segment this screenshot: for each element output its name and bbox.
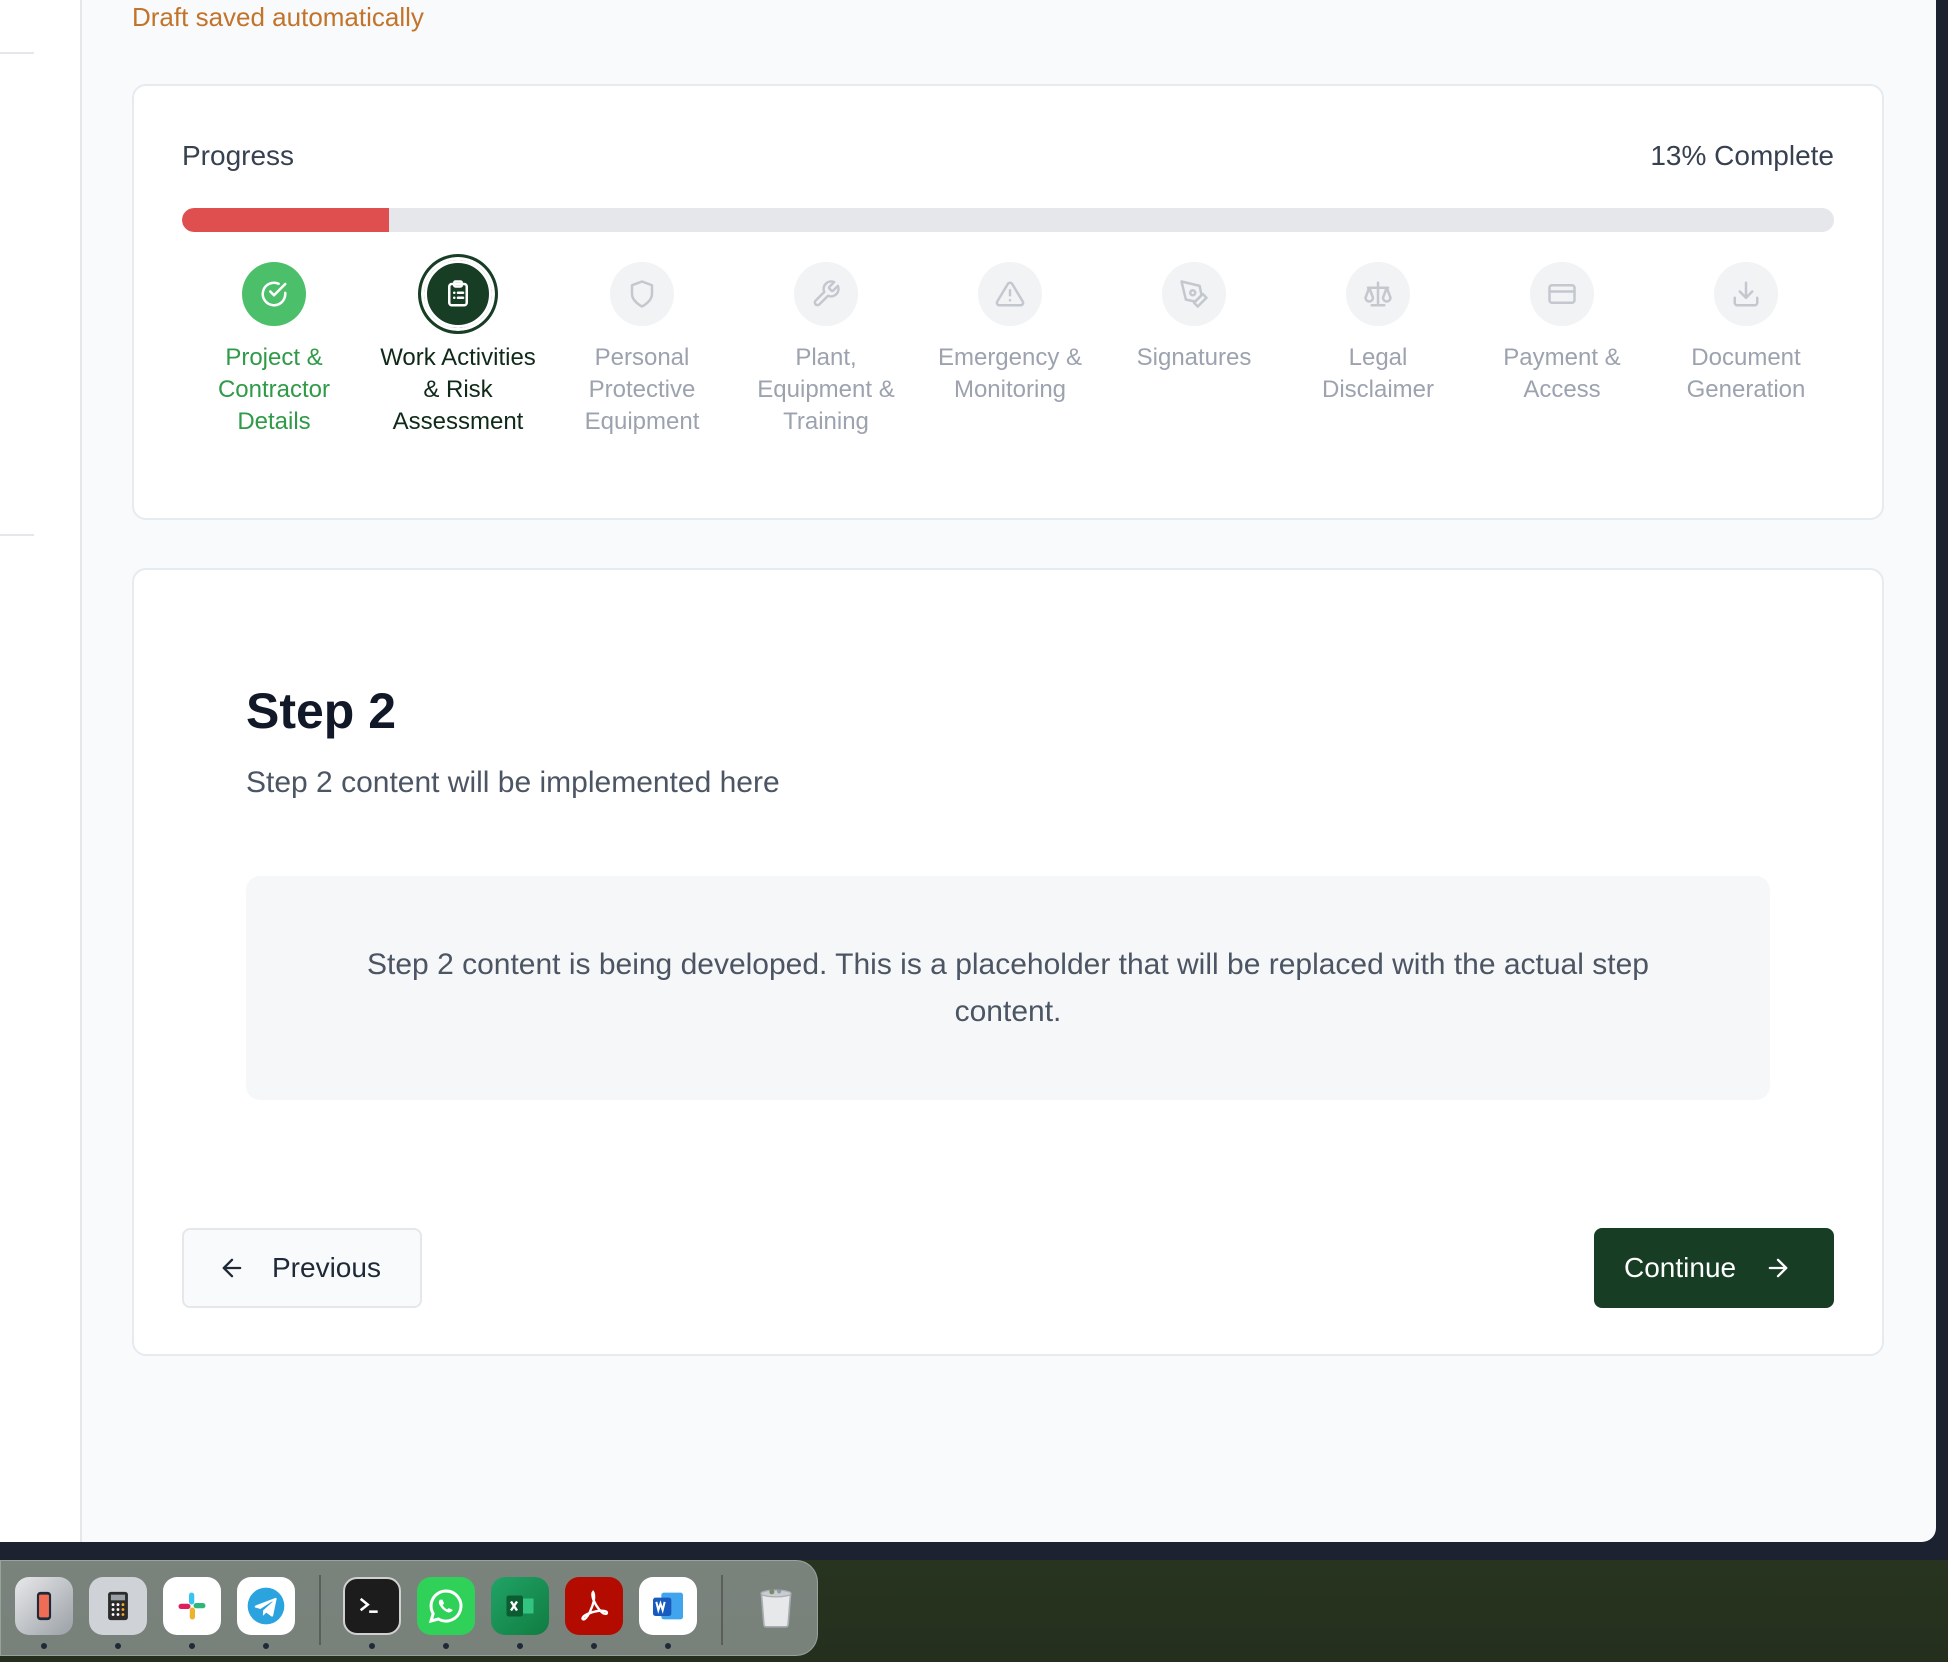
- scale-icon: [1346, 262, 1410, 326]
- excel-icon[interactable]: [491, 1577, 549, 1635]
- step-title: Step 2: [246, 683, 397, 739]
- step-payment-access[interactable]: Payment & Access: [1470, 262, 1654, 406]
- progress-bar: [182, 208, 1834, 232]
- warning-triangle-icon: [978, 262, 1042, 326]
- trash-icon[interactable]: [747, 1577, 805, 1635]
- clipboard-list-icon: [418, 254, 498, 334]
- slack-icon[interactable]: [163, 1577, 221, 1635]
- step-legal-disclaimer[interactable]: Legal Disclaimer: [1286, 262, 1470, 406]
- running-indicator: [41, 1643, 47, 1649]
- progress-card: Progress 13% Complete Project & Contract…: [132, 84, 1884, 520]
- running-indicator: [369, 1643, 375, 1649]
- sidebar-divider: [0, 534, 34, 536]
- wrench-icon: [794, 262, 858, 326]
- word-icon[interactable]: [639, 1577, 697, 1635]
- previous-button-label: Previous: [272, 1252, 381, 1283]
- arrow-left-icon: [218, 1254, 246, 1282]
- draft-status-text: Draft saved automatically: [132, 2, 424, 32]
- credit-card-icon: [1530, 262, 1594, 326]
- step-signatures[interactable]: Signatures: [1102, 262, 1286, 374]
- sidebar-divider: [0, 52, 34, 54]
- running-indicator: [263, 1643, 269, 1649]
- step-label: Project & Contractor Details: [217, 344, 331, 435]
- shield-icon: [610, 262, 674, 326]
- whatsapp-icon[interactable]: [417, 1577, 475, 1635]
- iphone-mirroring-icon[interactable]: [15, 1577, 73, 1635]
- dock-separator: [721, 1575, 723, 1645]
- step-label: Document Generation: [1686, 344, 1806, 403]
- step-label: Plant, Equipment & Training: [757, 344, 895, 435]
- dock: [0, 1560, 818, 1656]
- step-label: Personal Protective Equipment: [584, 344, 700, 435]
- step-emergency-monitoring[interactable]: Emergency & Monitoring: [918, 262, 1102, 406]
- previous-button[interactable]: Previous: [182, 1228, 422, 1308]
- step-plant-equipment-training[interactable]: Plant, Equipment & Training: [734, 262, 918, 438]
- step-label: Payment & Access: [1503, 344, 1621, 403]
- running-indicator: [517, 1643, 523, 1649]
- running-indicator: [591, 1643, 597, 1649]
- check-circle-icon: [242, 262, 306, 326]
- step-work-activities-risk[interactable]: Work Activities & Risk Assessment: [366, 254, 550, 438]
- step-label: Signatures: [1136, 344, 1252, 371]
- acrobat-icon[interactable]: [565, 1577, 623, 1635]
- running-indicator: [665, 1643, 671, 1649]
- step-personal-protective-equipment[interactable]: Personal Protective Equipment: [550, 262, 734, 438]
- progress-label: Progress: [182, 140, 295, 171]
- continue-button-label: Continue: [1624, 1252, 1737, 1283]
- pen-tool-icon: [1162, 262, 1226, 326]
- progress-percent: 13% Complete: [1650, 140, 1834, 171]
- running-indicator: [115, 1643, 121, 1649]
- running-indicator: [189, 1643, 195, 1649]
- dock-separator: [319, 1575, 321, 1645]
- step-label: Work Activities & Risk Assessment: [380, 344, 536, 435]
- running-indicator: [443, 1643, 449, 1649]
- download-icon: [1714, 262, 1778, 326]
- sidebar: [0, 0, 82, 1542]
- step-document-generation[interactable]: Document Generation: [1654, 262, 1838, 406]
- progress-bar-fill: [182, 208, 389, 232]
- step-content-card: Step 2 Step 2 content will be implemente…: [132, 568, 1884, 1356]
- terminal-icon[interactable]: [343, 1577, 401, 1635]
- step-label: Legal Disclaimer: [1321, 344, 1434, 403]
- step-subtitle: Step 2 content will be implemented here: [246, 766, 780, 799]
- step-indicator: Project & Contractor Details Work Activi…: [182, 254, 1834, 502]
- placeholder-message: Step 2 content is being developed. This …: [246, 876, 1770, 1100]
- continue-button[interactable]: Continue: [1594, 1228, 1834, 1308]
- telegram-icon[interactable]: [237, 1577, 295, 1635]
- browser-window: Draft saved automatically Progress 13% C…: [0, 0, 1936, 1542]
- step-label: Emergency & Monitoring: [937, 344, 1083, 403]
- arrow-right-icon: [1764, 1254, 1792, 1282]
- step-project-contractor-details[interactable]: Project & Contractor Details: [182, 262, 366, 438]
- calculator-icon[interactable]: [89, 1577, 147, 1635]
